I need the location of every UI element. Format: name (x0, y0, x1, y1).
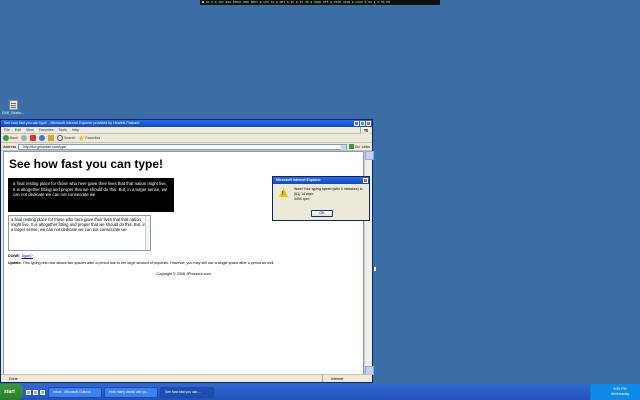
refresh-icon[interactable] (39, 135, 45, 141)
taskbar: start Inbox - Microsoft Outlook How many… (0, 384, 640, 400)
forward-arrow-icon[interactable] (21, 135, 27, 141)
textarea-scrollbar[interactable] (145, 216, 150, 250)
task-outlook[interactable]: Inbox - Microsoft Outlook (48, 386, 102, 398)
menu-edit[interactable]: Edit (15, 127, 21, 133)
back-button[interactable]: Back (3, 135, 18, 141)
desktop-icon[interactable]: DSK_Studio... (0, 100, 26, 115)
start-button[interactable]: start (0, 384, 23, 400)
menu-tools[interactable]: Tools (59, 127, 67, 133)
ok-button[interactable]: OK (311, 210, 333, 217)
go-button[interactable]: Go (348, 144, 360, 149)
address-label: Address (3, 144, 17, 149)
status-bar: Done Internet (1, 374, 372, 382)
task-words[interactable]: How many words can yo... (104, 386, 158, 398)
stop-icon[interactable] (30, 135, 36, 141)
go-arrow-icon (348, 144, 354, 149)
browser-window: See how fast you can type! - Microsoft I… (0, 119, 374, 383)
typing-passage: a final resting place for those who here… (8, 178, 174, 212)
star-icon (78, 135, 85, 141)
status-text: Done (9, 377, 18, 381)
menu-view[interactable]: View (26, 127, 34, 133)
maximize-button[interactable]: □ (360, 121, 365, 126)
dialog-title: Microsoft Internet Explorer (276, 178, 321, 182)
close-button[interactable]: × (366, 121, 371, 126)
desktop-icon-label: DSK_Studio... (2, 111, 24, 115)
quick-launch-ie-icon[interactable] (33, 389, 38, 395)
dialog-message: Wow! Your typing speed (with 0 mistakes)… (294, 187, 368, 202)
clock-day: Wednesday (610, 391, 630, 396)
update-note: Update: This typing test now allows two … (8, 261, 359, 266)
windows-logo-icon (360, 127, 370, 134)
favorites-button[interactable]: Favorites (78, 135, 100, 141)
window-title: See how fast you can type! - Microsoft I… (4, 121, 140, 125)
mouse-cursor (374, 267, 376, 271)
warning-mark: ! (282, 191, 284, 197)
menu-help[interactable]: Help (72, 127, 79, 133)
update-label: Update: (8, 261, 22, 265)
dialog-titlebar[interactable]: Microsoft Internet Explorer × (273, 177, 369, 184)
address-dropdown-icon[interactable] (340, 144, 346, 150)
result-row: DONE! Again? (8, 254, 359, 258)
alert-dialog: Microsoft Internet Explorer × ! Wow! You… (272, 176, 370, 221)
toolbar: Back Search Favorites (1, 134, 372, 143)
back-arrow-icon (3, 135, 9, 141)
address-bar: Address http://doc.jphantom.com/type/ Go… (1, 143, 372, 151)
links-button[interactable]: Links (362, 145, 370, 149)
top-status-strip: ■ 10.0.0.102 ▪▪▪ RTR51 NN6 RRS3 ▪ CPU 6%… (200, 0, 440, 5)
menu-file[interactable]: File (4, 127, 10, 133)
minimize-button[interactable]: _ (354, 121, 359, 126)
menu-bar: File Edit View Favorites Tools Help (1, 127, 372, 134)
task-typing-test[interactable]: See how fast you can ... (160, 386, 214, 398)
search-button[interactable]: Search (57, 135, 75, 141)
typing-input[interactable]: a final resting place for those who here… (8, 215, 151, 251)
address-input[interactable]: http://doc.jphantom.com/type/ (18, 143, 347, 150)
system-tray: 5:59 PM Wednesday (590, 384, 640, 400)
menu-favorites[interactable]: Favorites (39, 127, 54, 133)
quick-launch (23, 389, 48, 395)
typed-text: a final resting place for those who here… (11, 217, 146, 232)
update-text: This typing test now allows two spaces a… (22, 261, 275, 265)
copyright: Copyright © 2006 JPhantom.com (156, 272, 211, 276)
page-title: See how fast you can type! (9, 157, 164, 171)
address-url: http://doc.jphantom.com/type/ (23, 144, 67, 149)
window-titlebar[interactable]: See how fast you can type! - Microsoft I… (1, 120, 372, 127)
home-icon[interactable] (48, 135, 54, 141)
dialog-message-cpm: 4490 cpm (294, 197, 310, 201)
quick-launch-outlook-icon[interactable] (40, 389, 45, 395)
again-link[interactable]: Again? (22, 254, 33, 258)
quick-launch-desktop-icon[interactable] (26, 389, 31, 395)
search-icon (57, 135, 63, 141)
document-icon (8, 100, 18, 110)
security-zone: Internet (322, 375, 372, 382)
done-label: DONE! (8, 254, 20, 258)
dialog-close-button[interactable]: × (363, 178, 368, 183)
